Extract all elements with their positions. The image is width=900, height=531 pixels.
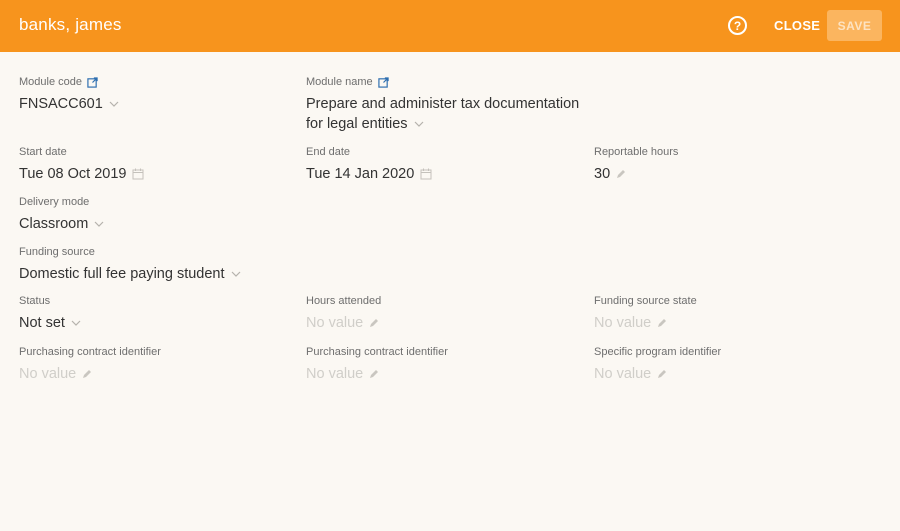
close-button[interactable]: CLOSE [774,18,820,33]
field-module-name: Module name Prepare and administer tax d… [306,75,596,134]
field-reportable-hours: Reportable hours 30 [594,145,678,184]
purchasing-contract-1-input[interactable]: No value [19,364,161,384]
hours-attended-value: No value [306,315,364,331]
funding-source-value: Domestic full fee paying student [19,266,225,282]
status-select[interactable]: Not set [19,313,81,333]
field-delivery-mode: Delivery mode Classroom [19,195,104,234]
start-date-label: Start date [19,146,67,158]
funding-source-select[interactable]: Domestic full fee paying student [19,264,241,284]
funding-source-state-value: No value [594,315,652,331]
field-status: Status Not set [19,294,81,333]
header-bar: banks, james ? CLOSE SAVE [0,0,900,52]
hours-attended-input[interactable]: No value [306,313,381,333]
field-module-code: Module code FNSACC601 [19,75,119,114]
pencil-icon [370,370,379,378]
delivery-mode-select[interactable]: Classroom [19,214,104,234]
field-purchasing-contract-2: Purchasing contract identifier No value [306,345,448,384]
module-name-select[interactable]: Prepare and administer tax documentation… [306,94,596,134]
purchasing-contract-1-value: No value [19,366,77,382]
save-button[interactable]: SAVE [827,10,882,41]
hours-attended-label: Hours attended [306,295,382,307]
chevron-down-icon [231,271,240,277]
calendar-icon [132,168,144,180]
reportable-hours-input[interactable]: 30 [594,164,678,184]
field-specific-program: Specific program identifier No value [594,345,721,384]
chevron-down-icon [71,320,81,326]
pencil-icon [83,370,92,378]
start-date-value: Tue 08 Oct 2019 [19,166,127,182]
pencil-icon [617,170,626,178]
specific-program-input[interactable]: No value [594,364,721,384]
module-name-label: Module name [306,76,373,88]
field-funding-source: Funding source Domestic full fee paying … [19,245,241,284]
chevron-down-icon [414,121,423,127]
pencil-icon [658,370,667,378]
end-date-picker[interactable]: Tue 14 Jan 2020 [306,164,432,184]
chevron-down-icon [109,101,119,107]
purchasing-contract-2-value: No value [306,366,364,382]
field-funding-source-state: Funding source state No value [594,294,697,333]
field-end-date: End date Tue 14 Jan 2020 [306,145,432,184]
funding-source-state-input[interactable]: No value [594,313,697,333]
module-name-value-line1: Prepare and administer tax documentation [306,96,580,112]
end-date-label: End date [306,146,351,158]
funding-source-label: Funding source [19,246,95,258]
calendar-icon [420,168,432,180]
field-start-date: Start date Tue 08 Oct 2019 [19,145,144,184]
module-code-select[interactable]: FNSACC601 [19,94,119,114]
module-name-value-line2: for legal entities [306,116,408,132]
reportable-hours-label: Reportable hours [594,146,679,158]
pencil-icon [658,319,667,327]
specific-program-value: No value [594,366,652,382]
module-code-label: Module code [19,76,82,88]
external-link-icon[interactable] [377,76,389,88]
module-code-value: FNSACC601 [19,96,103,112]
delivery-mode-label: Delivery mode [19,196,90,208]
purchasing-contract-2-input[interactable]: No value [306,364,448,384]
field-hours-attended: Hours attended No value [306,294,381,333]
purchasing-contract-1-label: Purchasing contract identifier [19,346,161,358]
purchasing-contract-2-label: Purchasing contract identifier [306,346,448,358]
field-purchasing-contract-1: Purchasing contract identifier No value [19,345,161,384]
start-date-picker[interactable]: Tue 08 Oct 2019 [19,164,144,184]
specific-program-label: Specific program identifier [594,346,722,358]
end-date-value: Tue 14 Jan 2020 [306,166,415,182]
external-link-icon[interactable] [87,76,98,88]
page-title: banks, james [19,15,122,34]
funding-source-state-label: Funding source state [594,295,697,307]
status-value: Not set [19,315,65,331]
pencil-icon [370,319,379,327]
chevron-down-icon [94,221,104,227]
reportable-hours-value: 30 [594,166,611,182]
help-icon[interactable]: ? [728,16,747,35]
delivery-mode-value: Classroom [19,216,89,232]
status-label: Status [19,295,51,307]
